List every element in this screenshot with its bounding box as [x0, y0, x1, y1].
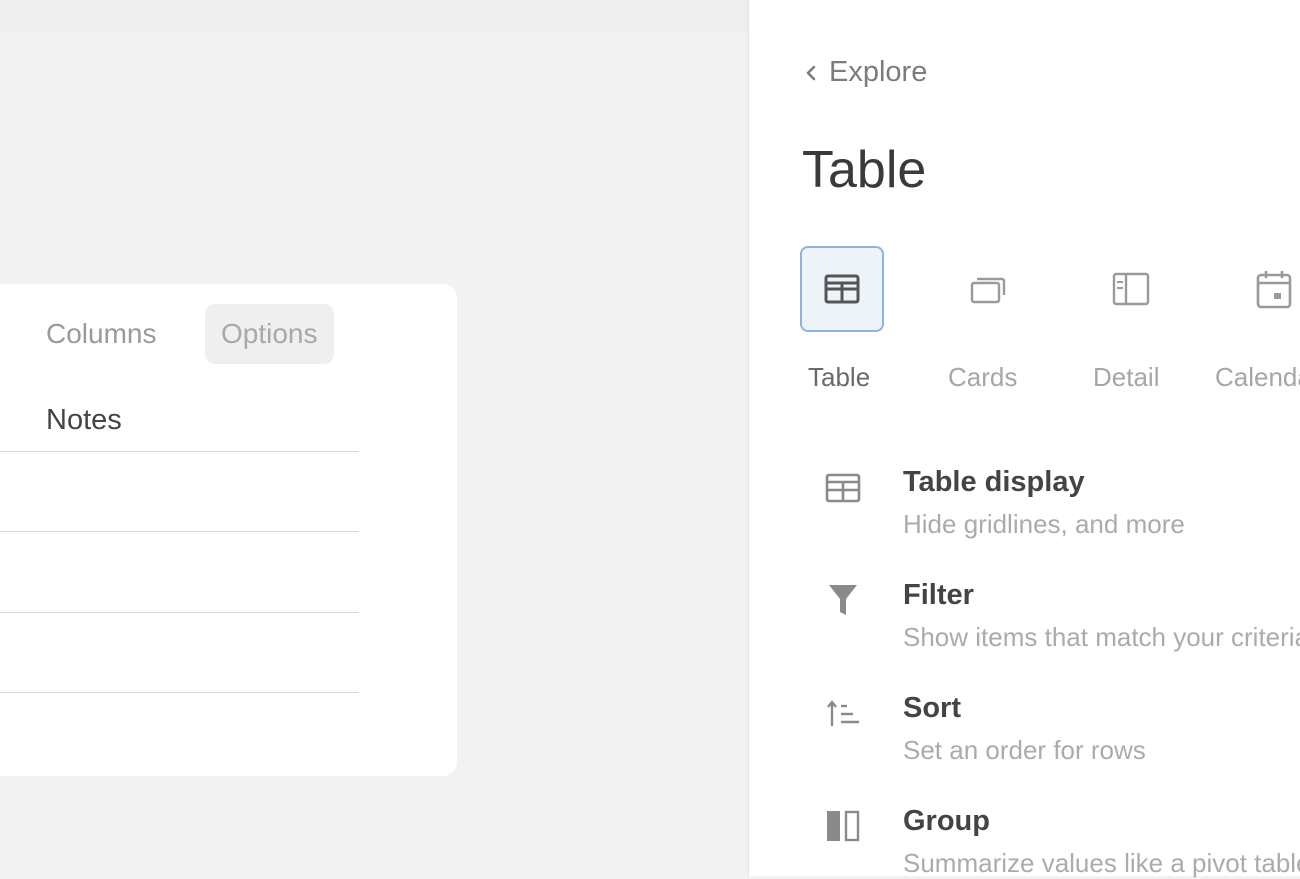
detail-icon [1112, 272, 1150, 306]
setting-description: Set an order for rows [903, 735, 1146, 765]
layout-option-table[interactable] [800, 246, 884, 332]
tab-options[interactable]: Options [205, 304, 334, 364]
layout-label-table: Table [808, 362, 871, 392]
table-icon [824, 274, 860, 304]
back-to-explore-link[interactable]: Explore [805, 56, 927, 89]
table-card: Columns Options Notes [0, 284, 457, 776]
back-label: Explore [829, 56, 928, 88]
filter-icon [823, 580, 863, 620]
setting-title: Sort [903, 692, 961, 724]
sort-icon [823, 694, 863, 734]
setting-description: Hide gridlines, and more [903, 509, 1185, 539]
view-settings-panel: Explore Table Table Cards Detail Calend … [748, 0, 1300, 878]
top-strip [0, 0, 748, 32]
row-divider [0, 531, 359, 532]
chevron-left-icon [806, 65, 816, 80]
table-icon [823, 468, 863, 508]
row-divider [0, 612, 359, 613]
layout-label-calendar: Calendar [1215, 362, 1300, 392]
setting-description: Show items that match your criteria [903, 622, 1300, 652]
setting-title: Table display [903, 466, 1085, 498]
setting-title: Filter [903, 579, 974, 611]
setting-description: Summarize values like a pivot table [903, 848, 1300, 878]
layout-label-cards: Cards [948, 362, 1018, 392]
layout-label-detail: Detail [1093, 362, 1160, 392]
layout-option-detail[interactable] [1089, 246, 1173, 332]
cards-icon [970, 277, 1006, 304]
setting-title: Group [903, 805, 990, 837]
row-divider [0, 451, 359, 452]
column-header-notes[interactable]: Notes [46, 404, 122, 437]
calendar-icon [1256, 271, 1292, 309]
layout-option-calendar[interactable] [1232, 246, 1300, 332]
row-divider [0, 692, 359, 693]
tab-columns[interactable]: Columns [46, 304, 156, 364]
layout-option-cards[interactable] [946, 246, 1030, 332]
page-title: Table [802, 141, 927, 199]
group-icon [823, 806, 863, 846]
